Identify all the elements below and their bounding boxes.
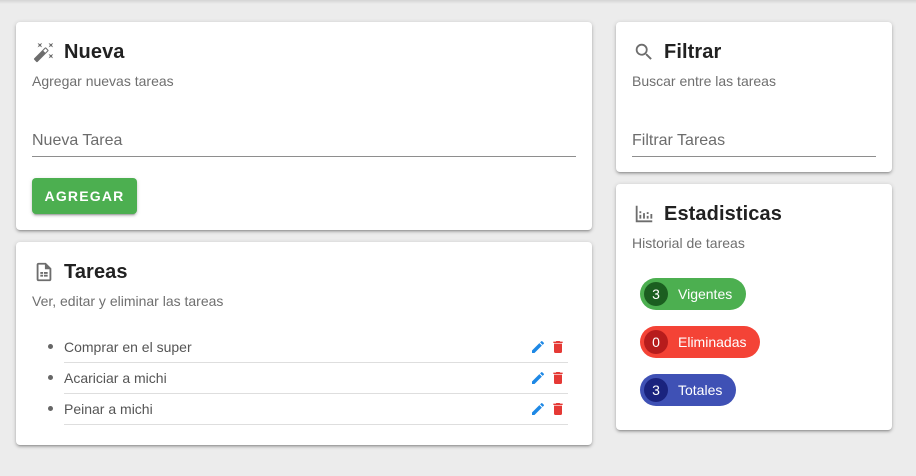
new-task-field bbox=[32, 127, 576, 157]
bullet-icon bbox=[48, 344, 53, 349]
stats-title: Estadisticas bbox=[632, 202, 782, 226]
chip-label: Totales bbox=[678, 382, 723, 398]
top-shadow-bar bbox=[0, 0, 916, 4]
chip-count: 0 bbox=[644, 330, 668, 354]
task-label: Acariciar a michi bbox=[64, 370, 167, 386]
filter-field bbox=[632, 127, 876, 157]
tasks-title: Tareas bbox=[32, 260, 128, 284]
add-task-button[interactable]: AGREGAR bbox=[32, 178, 137, 214]
filter-title: Filtrar bbox=[632, 40, 721, 64]
chip-label: Vigentes bbox=[678, 286, 733, 302]
tasks-subtitle: Ver, editar y eliminar las tareas bbox=[32, 293, 224, 309]
filter-input[interactable] bbox=[632, 127, 876, 155]
stats-title-text: Estadisticas bbox=[664, 202, 782, 225]
tasks-card: Tareas Ver, editar y eliminar las tareas… bbox=[16, 242, 592, 445]
new-task-subtitle: Agregar nuevas tareas bbox=[32, 73, 174, 89]
task-list: Comprar en el super Acariciar a michi Pe… bbox=[48, 332, 568, 425]
task-item: Peinar a michi bbox=[48, 394, 568, 425]
edit-pencil-icon[interactable] bbox=[530, 370, 546, 386]
new-task-title: Nueva bbox=[32, 40, 125, 64]
task-item: Comprar en el super bbox=[48, 332, 568, 363]
stats-card: Estadisticas Historial de tareas 3 Vigen… bbox=[616, 184, 892, 430]
delete-trash-icon[interactable] bbox=[550, 339, 566, 355]
delete-trash-icon[interactable] bbox=[550, 370, 566, 386]
chip-count: 3 bbox=[644, 378, 668, 402]
edit-pencil-icon[interactable] bbox=[530, 401, 546, 417]
bullet-icon bbox=[48, 406, 53, 411]
magic-wand-icon bbox=[32, 40, 56, 64]
task-item: Acariciar a michi bbox=[48, 363, 568, 394]
chip-vigentes: 3 Vigentes bbox=[640, 278, 747, 310]
new-task-title-text: Nueva bbox=[64, 40, 125, 63]
filter-subtitle: Buscar entre las tareas bbox=[632, 73, 776, 89]
new-task-card: Nueva Agregar nuevas tareas AGREGAR bbox=[16, 22, 592, 230]
chip-eliminadas: 0 Eliminadas bbox=[640, 326, 761, 358]
task-label: Peinar a michi bbox=[64, 401, 153, 417]
search-icon bbox=[632, 40, 656, 64]
stats-subtitle: Historial de tareas bbox=[632, 235, 745, 251]
document-icon bbox=[32, 260, 56, 284]
tasks-title-text: Tareas bbox=[64, 260, 128, 283]
task-label: Comprar en el super bbox=[64, 339, 192, 355]
edit-pencil-icon[interactable] bbox=[530, 339, 546, 355]
chip-totales: 3 Totales bbox=[640, 374, 737, 406]
new-task-input[interactable] bbox=[32, 127, 576, 155]
chip-label: Eliminadas bbox=[678, 334, 747, 350]
delete-trash-icon[interactable] bbox=[550, 401, 566, 417]
chip-count: 3 bbox=[644, 282, 668, 306]
bullet-icon bbox=[48, 375, 53, 380]
filter-title-text: Filtrar bbox=[664, 40, 722, 63]
bar-chart-icon bbox=[632, 202, 656, 226]
filter-card: Filtrar Buscar entre las tareas bbox=[616, 22, 892, 172]
